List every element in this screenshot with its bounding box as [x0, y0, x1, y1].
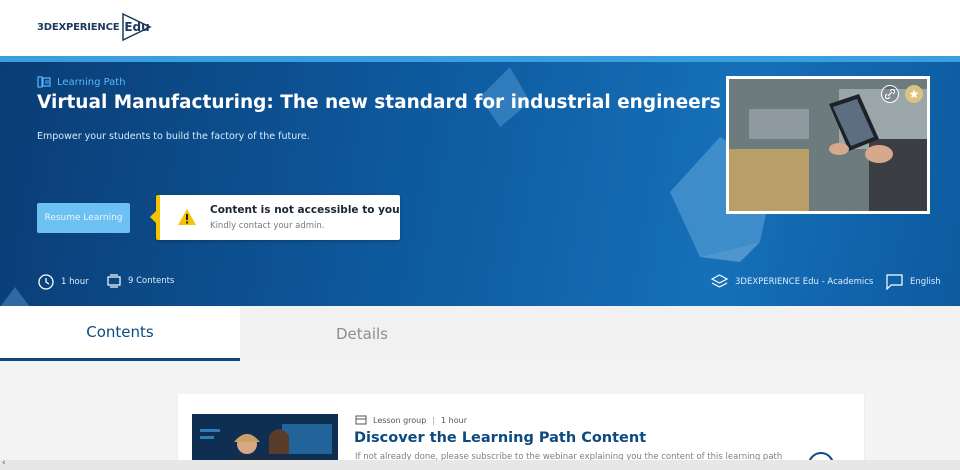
alert-title: Content is not accessible to you	[210, 204, 400, 216]
brand-logo[interactable]: 3DEXPERIENCE Edu	[37, 12, 153, 42]
tab-contents[interactable]: Contents	[0, 306, 240, 361]
logo-badge: Edu	[122, 12, 153, 42]
page-title: Virtual Manufacturing: The new standard …	[37, 92, 721, 113]
layers-icon	[711, 274, 728, 288]
page-subtitle: Empower your students to build the facto…	[37, 131, 310, 142]
contents-icon	[107, 274, 121, 288]
top-bar: 3DEXPERIENCE Edu	[0, 0, 960, 56]
alert-pointer	[150, 210, 157, 224]
duration-meta: 1 hour	[38, 274, 89, 290]
hero-banner: Learning Path Virtual Manufacturing: The…	[0, 62, 960, 306]
language-text: English	[910, 277, 941, 287]
content-card-meta: Lesson group | 1 hour	[355, 415, 467, 425]
tab-details[interactable]: Details	[240, 306, 484, 361]
warning-icon	[178, 209, 196, 225]
logo-badge-text: Edu	[124, 20, 150, 34]
learning-path-thumbnail	[726, 76, 930, 214]
learning-path-eyebrow: Learning Path	[37, 76, 126, 88]
alert-message: Kindly contact your admin.	[210, 221, 325, 231]
access-alert: Content is not accessible to you Kindly …	[150, 195, 400, 240]
chat-icon	[886, 274, 903, 290]
tab-bar: Contents Details	[0, 306, 960, 361]
link-icon[interactable]	[881, 85, 899, 103]
language-meta: English	[886, 274, 941, 290]
star-icon[interactable]	[905, 85, 923, 103]
content-card-title[interactable]: Discover the Learning Path Content	[354, 430, 646, 446]
provider-meta: 3DEXPERIENCE Edu - Academics	[711, 274, 873, 290]
horizontal-scrollbar[interactable]: ‹	[0, 458, 960, 470]
scroll-left-icon[interactable]: ‹	[2, 458, 6, 468]
eyebrow-label: Learning Path	[57, 76, 126, 88]
clock-icon	[38, 274, 54, 290]
content-type: Lesson group	[373, 415, 427, 425]
contents-count-text: 9 Contents	[128, 276, 175, 286]
lesson-group-icon	[355, 415, 367, 425]
meta-separator: |	[432, 415, 436, 425]
contents-count-meta: 9 Contents	[107, 274, 174, 288]
content-duration: 1 hour	[441, 415, 467, 425]
learning-path-icon	[37, 76, 51, 88]
provider-text: 3DEXPERIENCE Edu - Academics	[735, 277, 874, 287]
logo-text: 3DEXPERIENCE	[37, 21, 120, 33]
content-card[interactable]: Lesson group | 1 hour Discover the Learn…	[178, 394, 864, 470]
duration-text: 1 hour	[61, 277, 89, 287]
resume-learning-button[interactable]: Resume Learning	[37, 203, 130, 233]
decorative-polygon	[0, 287, 30, 306]
